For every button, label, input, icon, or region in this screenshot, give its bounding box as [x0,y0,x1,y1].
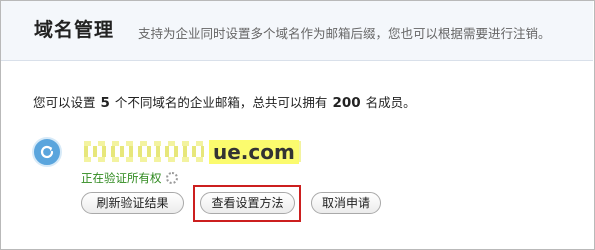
summary-prefix: 您可以设置 [33,95,96,110]
highlight-box [193,185,301,222]
page-header: 域名管理 支持为企业同时设置多个域名作为邮箱后缀，您也可以根据需要进行注销。 [1,1,593,61]
summary-middle: 个不同域名的企业邮箱，总共可以拥有 [114,95,328,110]
member-count: 200 [332,95,361,111]
page-title: 域名管理 [34,19,115,41]
refresh-icon [32,137,62,167]
redacted-domain-part [84,146,204,157]
quota-summary: 您可以设置 5 个不同域名的企业邮箱，总共可以拥有 200 名成员。 [33,92,416,111]
verification-status-text: 正在验证所有权 [81,171,162,185]
domain-name-text: ue.com [209,140,299,164]
domain-count: 5 [100,95,110,111]
loading-spinner-icon [165,172,178,184]
cancel-application-button[interactable]: 取消申请 [311,192,381,214]
domain-name: ue.com [84,140,304,164]
page-subtitle: 支持为企业同时设置多个域名作为邮箱后缀，您也可以根据需要进行注销。 [138,26,551,41]
refresh-verification-button[interactable]: 刷新验证结果 [81,192,184,214]
summary-suffix: 名成员。 [365,95,416,110]
verification-status: 正在验证所有权 [81,170,178,186]
